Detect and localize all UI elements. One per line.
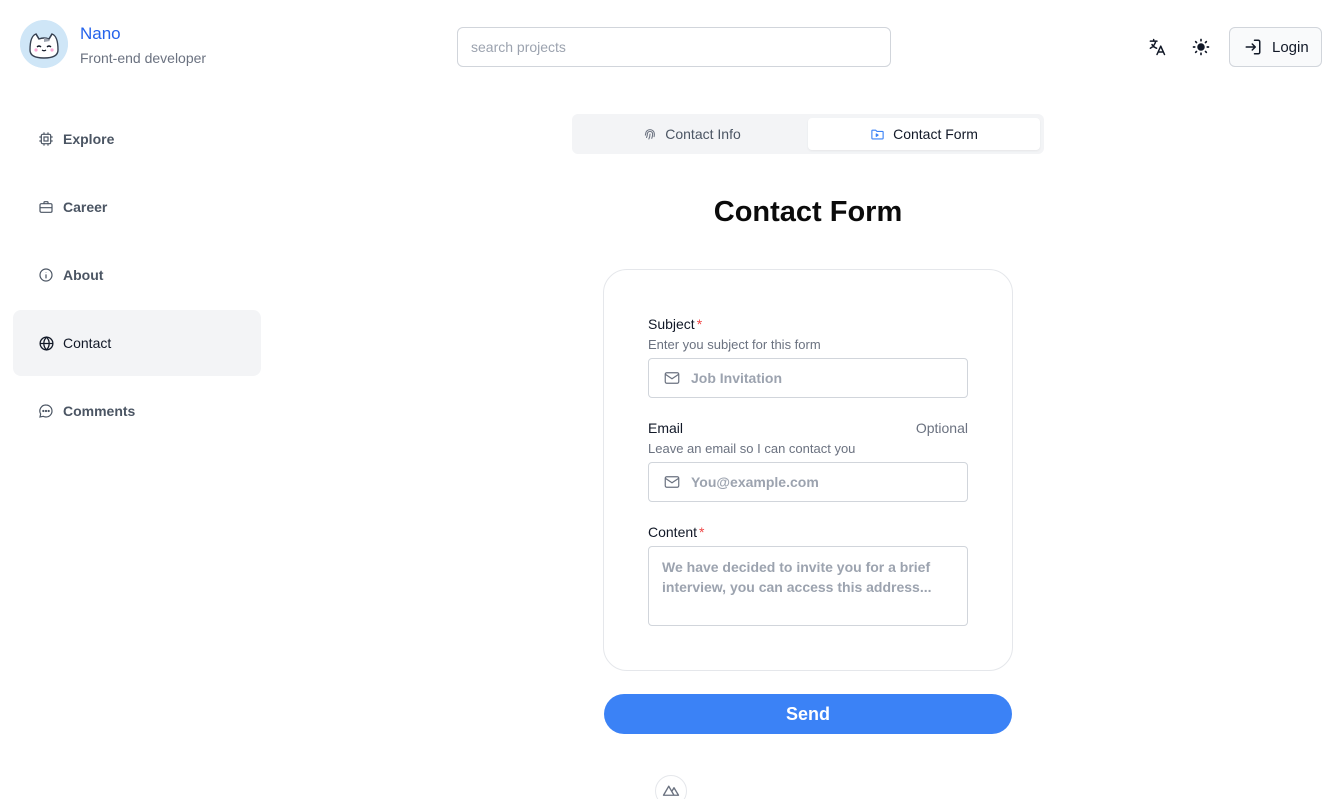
content-label: Content * (648, 524, 705, 540)
header: Nano Front-end developer Login (0, 0, 1342, 94)
tab-label: Contact Info (665, 126, 741, 142)
cat-avatar-icon (20, 20, 68, 68)
sidebar: Explore Career About Contact Comments (13, 106, 261, 446)
required-mark: * (696, 316, 703, 332)
globe-icon (37, 334, 55, 352)
sidebar-item-about[interactable]: About (13, 242, 261, 308)
tab-contact-form[interactable]: Contact Form (808, 118, 1040, 150)
sidebar-item-label: Explore (63, 131, 115, 147)
folder-icon (871, 129, 884, 139)
sun-icon (1192, 38, 1210, 56)
nuxt-icon (662, 785, 680, 796)
subject-label: Subject * (648, 316, 702, 332)
sidebar-item-label: About (63, 267, 104, 283)
search-input[interactable] (457, 27, 891, 67)
email-input[interactable] (691, 474, 967, 490)
sidebar-item-explore[interactable]: Explore (13, 106, 261, 172)
sidebar-item-comments[interactable]: Comments (13, 378, 261, 444)
tab-contact-info[interactable]: Contact Info (576, 118, 808, 150)
subject-label-text: Subject (648, 316, 695, 332)
content-label-text: Content (648, 524, 698, 540)
profile-role: Front-end developer (80, 50, 207, 66)
mail-icon (664, 476, 680, 488)
chip-icon (37, 130, 55, 148)
briefcase-icon (37, 198, 55, 216)
translate-icon (1149, 38, 1166, 56)
subject-help: Enter you subject for this form (648, 337, 821, 352)
subject-field[interactable] (648, 358, 968, 398)
mail-icon (664, 372, 680, 384)
sidebar-item-contact[interactable]: Contact (13, 310, 261, 376)
email-label: Email (648, 420, 684, 436)
contact-form-card: Subject * Enter you subject for this form… (603, 269, 1013, 671)
sidebar-item-label: Career (63, 199, 108, 215)
content-textarea[interactable] (648, 546, 968, 626)
page-title: Contact Form (713, 196, 903, 228)
chat-bubble-icon (37, 402, 55, 420)
login-icon (1245, 39, 1261, 55)
tab-label: Contact Form (893, 126, 978, 142)
theme-toggle-button[interactable] (1187, 33, 1215, 61)
sidebar-item-label: Comments (63, 403, 136, 419)
login-label: Login (1272, 38, 1309, 56)
send-button[interactable]: Send (604, 694, 1012, 734)
fingerprint-icon (645, 129, 656, 140)
translate-button[interactable] (1143, 33, 1171, 61)
login-button[interactable]: Login (1229, 27, 1322, 67)
profile-name[interactable]: Nano (80, 24, 121, 44)
info-icon (37, 266, 55, 284)
contact-tabs: Contact Info Contact Form (572, 114, 1044, 154)
avatar[interactable] (20, 20, 68, 68)
sidebar-item-label: Contact (63, 335, 112, 351)
nuxt-logo[interactable] (655, 775, 687, 799)
subject-input[interactable] (691, 370, 967, 386)
required-mark: * (699, 524, 705, 540)
optional-label: Optional (915, 420, 968, 436)
email-help: Leave an email so I can contact you (648, 441, 856, 456)
sidebar-item-career[interactable]: Career (13, 174, 261, 240)
email-field[interactable] (648, 462, 968, 502)
